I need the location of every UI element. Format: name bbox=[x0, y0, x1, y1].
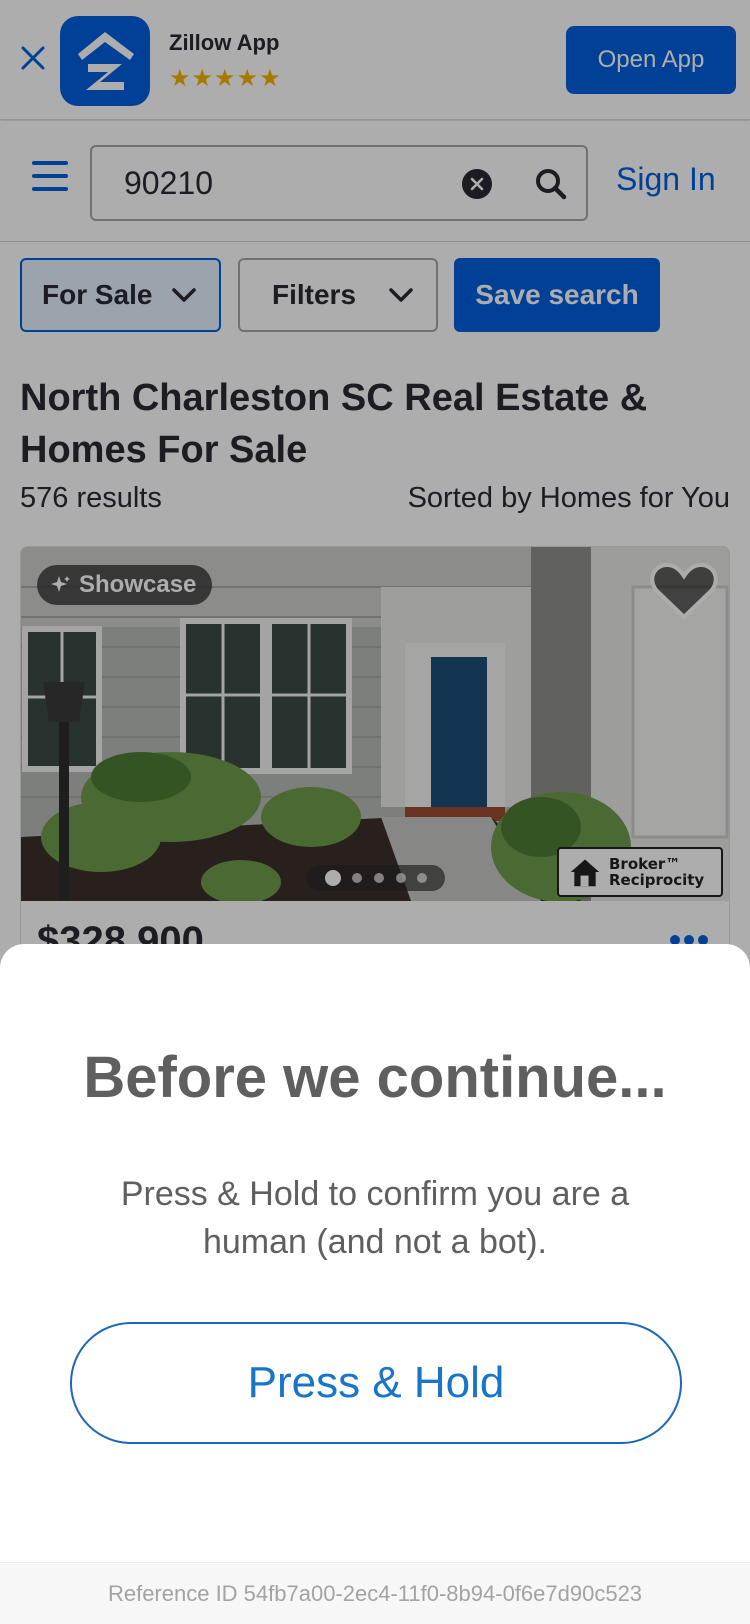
reference-id: Reference ID 54fb7a00-2ec4-11f0-8b94-0f6… bbox=[0, 1562, 750, 1624]
bot-check-sheet: Before we continue... Press & Hold to co… bbox=[0, 944, 750, 1624]
press-and-hold-button[interactable]: Press & Hold bbox=[70, 1322, 682, 1444]
modal-heading: Before we continue... bbox=[83, 1045, 667, 1110]
modal-instructions: Press & Hold to confirm you are a human … bbox=[120, 1175, 630, 1261]
